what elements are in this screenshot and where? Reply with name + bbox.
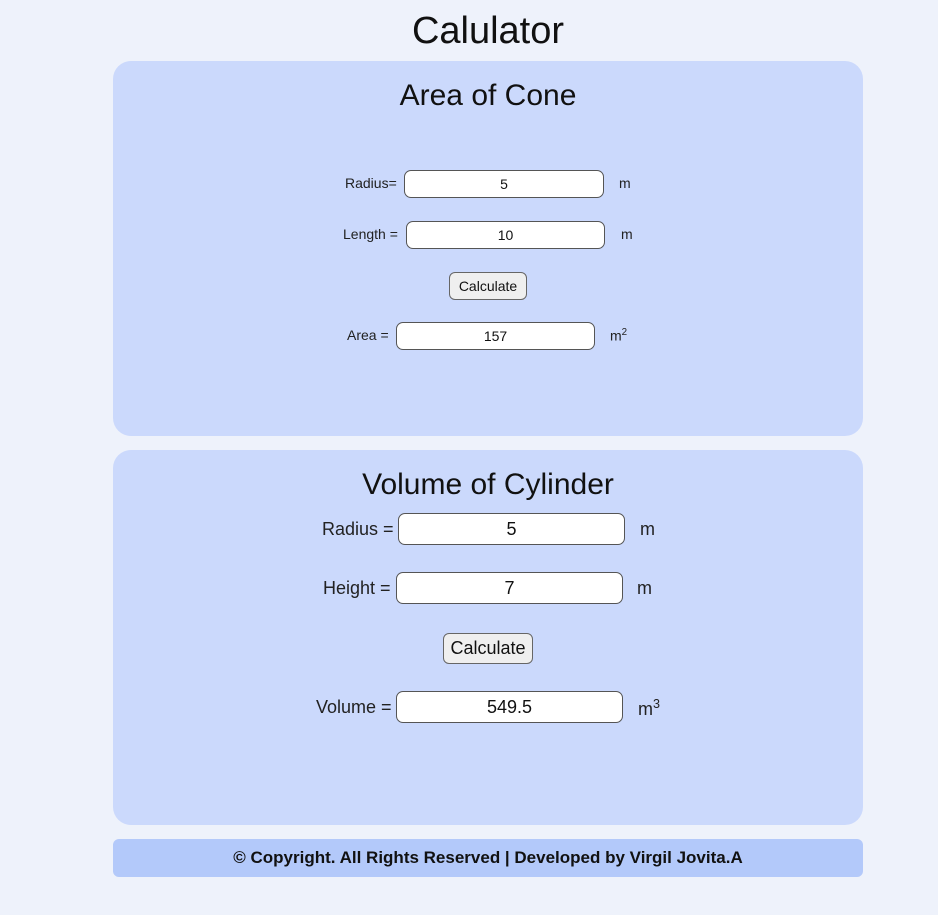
cylinder-volume-label: Volume =: [316, 697, 392, 717]
cylinder-radius-label: Radius =: [322, 519, 394, 539]
cylinder-volume-unit-exponent: 3: [653, 697, 661, 711]
cylinder-calculate-button[interactable]: Calculate: [443, 633, 533, 664]
cone-length-label: Length =: [343, 226, 398, 242]
cone-area-unit-exponent: 2: [621, 327, 628, 338]
cone-calculate-button[interactable]: Calculate: [449, 272, 527, 300]
page-title: Calulator: [411, 10, 565, 52]
cone-card: Area of Cone Radius= m Length = m Calcul…: [113, 61, 863, 436]
cylinder-height-unit: m: [637, 578, 652, 598]
cylinder-card-title: Volume of Cylinder: [362, 468, 614, 501]
cylinder-radius-input[interactable]: [398, 513, 625, 545]
cone-radius-input[interactable]: [404, 170, 604, 198]
cylinder-volume-unit-base: m: [638, 699, 653, 719]
cylinder-card: Volume of Cylinder Radius = m Height = m…: [113, 450, 863, 825]
cylinder-height-input[interactable]: [396, 572, 623, 604]
cylinder-volume-output[interactable]: [396, 691, 623, 723]
cone-radius-unit: m: [619, 175, 631, 191]
cylinder-radius-unit: m: [640, 519, 655, 539]
cone-length-input[interactable]: [406, 221, 605, 249]
cylinder-height-label: Height =: [323, 578, 391, 598]
cylinder-volume-unit: m3: [638, 697, 660, 720]
cone-card-title: Area of Cone: [399, 79, 577, 112]
cone-radius-label: Radius=: [345, 175, 397, 191]
cone-area-unit: m2: [610, 327, 627, 344]
cone-area-output[interactable]: [396, 322, 595, 350]
cone-area-label: Area =: [347, 327, 389, 343]
cone-length-unit: m: [621, 226, 633, 242]
footer: © Copyright. All Rights Reserved | Devel…: [113, 839, 863, 877]
cone-area-unit-base: m: [610, 327, 622, 344]
